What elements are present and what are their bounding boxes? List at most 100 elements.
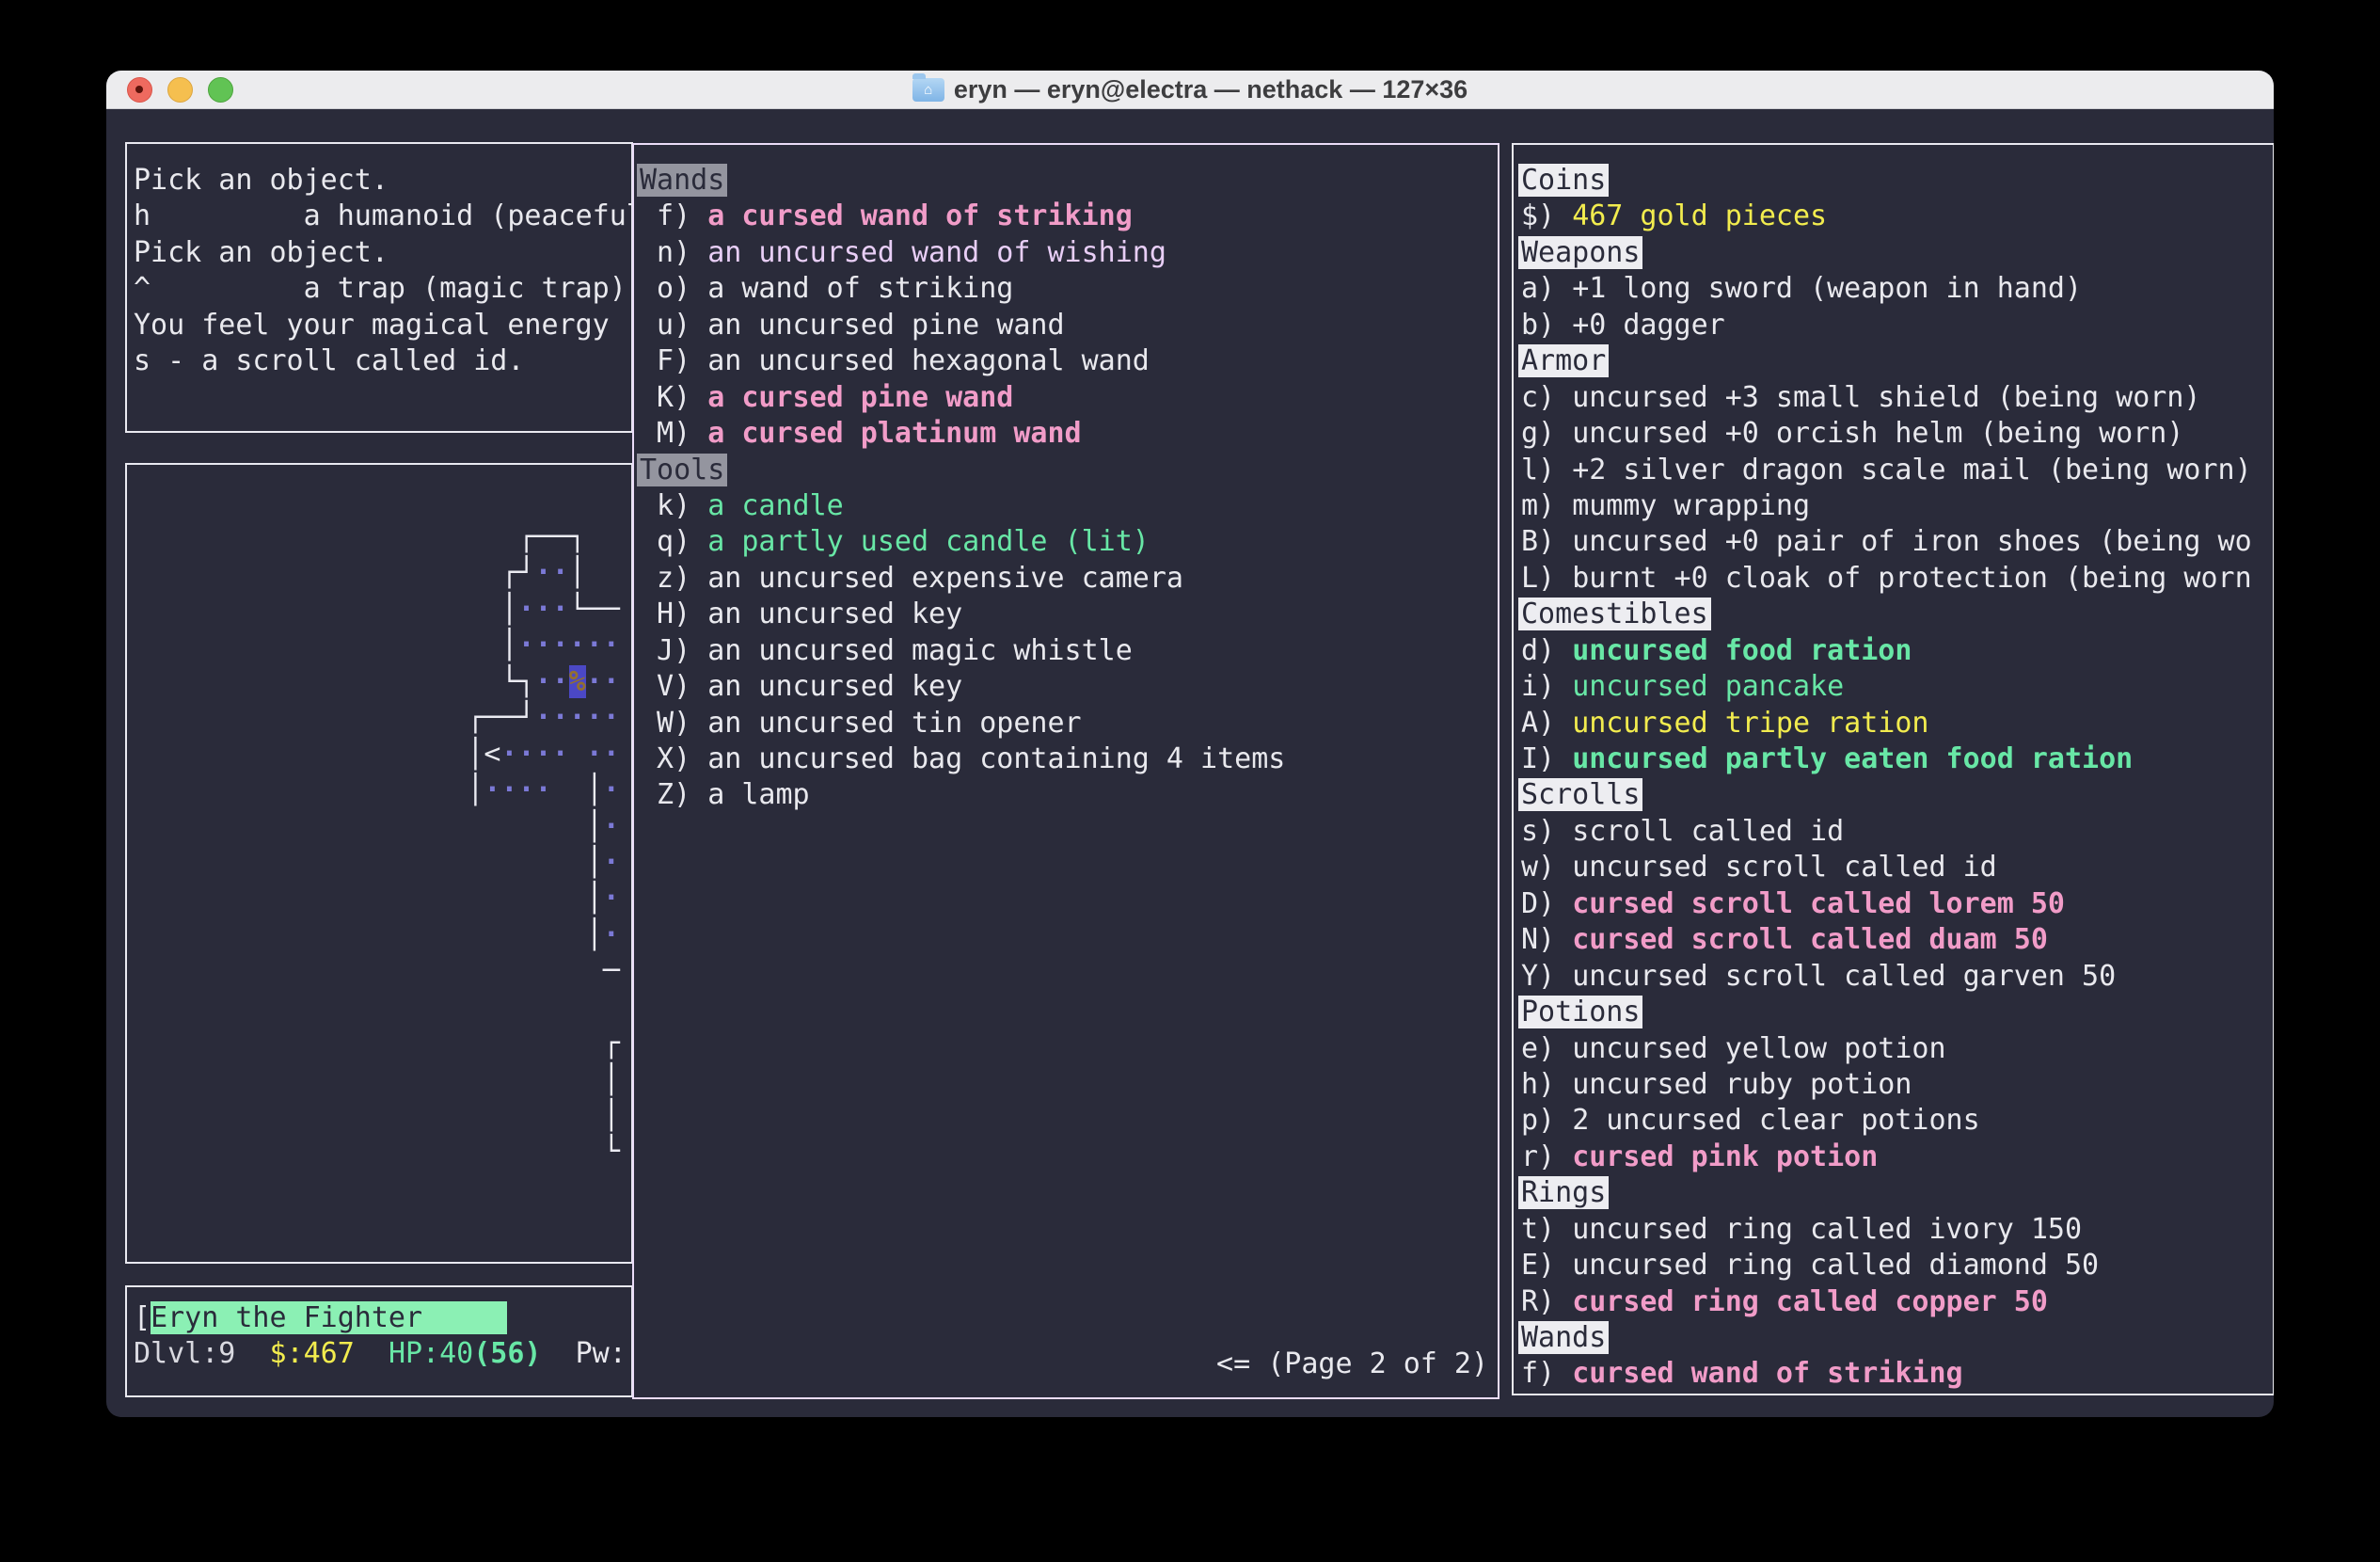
floor-dot: · xyxy=(552,701,569,734)
wall-segment: │ xyxy=(467,773,484,806)
menu-item[interactable]: X) an uncursed bag containing 4 items xyxy=(640,741,1498,777)
menu-item[interactable]: u) an uncursed pine wand xyxy=(640,308,1498,343)
wall-segment: │ xyxy=(569,556,586,589)
inventory-item[interactable]: N) cursed scroll called duam 50 xyxy=(1521,922,2273,958)
inventory-panel: Coins$) 467 gold piecesWeaponsa) +1 long… xyxy=(1512,143,2274,1395)
wall-segment: │ xyxy=(586,918,603,951)
message-line: h a humanoid (peaceful xyxy=(134,199,631,234)
floor-dot: · xyxy=(552,629,569,661)
dungeon-map: ┌──┐ ┌┘··│ │···└── │······ └┐··%·· ┌──┘·… xyxy=(127,519,620,1171)
wall-segment: ─ xyxy=(552,520,569,553)
inventory-item[interactable]: l) +2 silver dragon scale mail (being wo… xyxy=(1521,453,2273,488)
inventory-item[interactable]: t) uncursed ring called ivory 150 xyxy=(1521,1212,2273,1248)
floor-dot: · xyxy=(535,593,552,626)
inventory-item[interactable]: D) cursed scroll called lorem 50 xyxy=(1521,886,2273,922)
inventory-item[interactable]: E) uncursed ring called diamond 50 xyxy=(1521,1248,2273,1283)
floor-dot: · xyxy=(535,738,552,771)
floor-dot: · xyxy=(500,773,517,806)
wall-segment: │ xyxy=(603,1063,620,1096)
wall-segment: ┐ xyxy=(517,665,534,698)
inventory-item[interactable]: Y) uncursed scroll called garven 50 xyxy=(1521,959,2273,995)
inventory-item[interactable]: e) uncursed yellow potion xyxy=(1521,1031,2273,1067)
window-controls xyxy=(127,71,233,108)
inventory-item[interactable]: b) +0 dagger xyxy=(1521,308,2273,343)
wall-segment: │ xyxy=(467,738,484,771)
inventory-item[interactable]: R) cursed ring called copper 50 xyxy=(1521,1284,2273,1320)
menu-item[interactable]: q) a partly used candle (lit) xyxy=(640,524,1498,560)
inventory-item[interactable]: g) uncursed +0 orcish helm (being worn) xyxy=(1521,416,2273,452)
wall-segment: ─ xyxy=(586,593,603,626)
inventory-header: Weapons xyxy=(1521,235,2273,271)
menu-item[interactable]: f) a cursed wand of striking xyxy=(640,199,1498,234)
wall-segment: ─ xyxy=(500,701,517,734)
menu-item[interactable]: z) an uncursed expensive camera xyxy=(640,561,1498,597)
floor-dot: · xyxy=(586,738,603,771)
inventory-item[interactable]: I) uncursed partly eaten food ration xyxy=(1521,741,2273,777)
zoom-button[interactable] xyxy=(208,77,233,103)
floor-dot: · xyxy=(603,738,620,771)
floor-dot: · xyxy=(517,593,534,626)
status-lines: [Eryn the Fighter Dlvl:9 $:467 HP:40(56)… xyxy=(127,1287,631,1373)
inventory-rows: Coins$) 467 gold piecesWeaponsa) +1 long… xyxy=(1514,145,2273,1393)
inventory-item[interactable]: m) mummy wrapping xyxy=(1521,488,2273,524)
wall-segment: ┌ xyxy=(603,1027,620,1060)
menu-item[interactable]: M) a cursed platinum wand xyxy=(640,416,1498,452)
inventory-item[interactable]: h) uncursed ruby potion xyxy=(1521,1067,2273,1103)
menu-item[interactable]: H) an uncursed key xyxy=(640,597,1498,632)
minimize-button[interactable] xyxy=(167,77,193,103)
inventory-item[interactable]: w) uncursed scroll called id xyxy=(1521,850,2273,885)
inventory-header: Rings xyxy=(1521,1175,2273,1211)
menu-item[interactable]: V) an uncursed key xyxy=(640,669,1498,705)
wall-segment: └ xyxy=(500,665,517,698)
menu-item[interactable]: n) an uncursed wand of wishing xyxy=(640,235,1498,271)
inventory-header: Wands xyxy=(1521,1320,2273,1356)
wall-segment: └ xyxy=(569,593,586,626)
menu-item[interactable]: F) an uncursed hexagonal wand xyxy=(640,343,1498,379)
wall-segment: ─ xyxy=(603,954,620,987)
menu-item[interactable]: W) an uncursed tin opener xyxy=(640,706,1498,741)
floor-dot: · xyxy=(552,665,569,698)
floor-dot: · xyxy=(569,701,586,734)
inventory-item[interactable]: d) uncursed food ration xyxy=(1521,633,2273,669)
floor-dot: · xyxy=(484,773,500,806)
floor-dot: · xyxy=(517,629,534,661)
menu-item[interactable]: K) a cursed pine wand xyxy=(640,380,1498,416)
inventory-item[interactable]: B) uncursed +0 pair of iron shoes (being… xyxy=(1521,524,2273,560)
wall-segment: ─ xyxy=(535,520,552,553)
item-menu-panel: Wands f) a cursed wand of striking n) an… xyxy=(632,143,1499,1399)
inventory-item[interactable]: A) uncursed tripe ration xyxy=(1521,706,2273,741)
wall-segment: │ xyxy=(586,810,603,843)
floor-dot: · xyxy=(586,701,603,734)
menu-item[interactable]: J) an uncursed magic whistle xyxy=(640,633,1498,669)
inventory-item[interactable]: L) burnt +0 cloak of protection (being w… xyxy=(1521,561,2273,597)
floor-dot: · xyxy=(569,629,586,661)
window-title: eryn — eryn@electra — nethack — 127×36 xyxy=(954,75,1468,104)
inventory-item[interactable]: p) 2 uncursed clear potions xyxy=(1521,1103,2273,1139)
inventory-item[interactable]: s) scroll called id xyxy=(1521,814,2273,850)
status-stats-line: Dlvl:9 $:467 HP:40(56) Pw: xyxy=(134,1336,631,1372)
message-panel: Pick an object.h a humanoid (peacefulPic… xyxy=(125,142,633,433)
close-button[interactable] xyxy=(127,77,152,103)
folder-icon: ⌂ xyxy=(912,78,944,102)
wall-segment: ─ xyxy=(484,701,500,734)
menu-item[interactable]: Z) a lamp xyxy=(640,777,1498,813)
inventory-item[interactable]: c) uncursed +3 small shield (being worn) xyxy=(1521,380,2273,416)
inventory-item[interactable]: f) cursed wand of striking xyxy=(1521,1356,2273,1392)
floor-dot: · xyxy=(603,773,620,806)
inventory-item[interactable]: $) 467 gold pieces xyxy=(1521,199,2273,234)
message-line: s - a scroll called id. xyxy=(134,343,631,379)
message-lines: Pick an object.h a humanoid (peacefulPic… xyxy=(127,144,631,380)
inventory-header: Potions xyxy=(1521,995,2273,1030)
floor-dot: · xyxy=(535,665,552,698)
floor-dot: · xyxy=(552,593,569,626)
floor-dot: · xyxy=(603,701,620,734)
floor-dot: · xyxy=(603,665,620,698)
menu-item[interactable]: o) a wand of striking xyxy=(640,271,1498,307)
inventory-item[interactable]: a) +1 long sword (weapon in hand) xyxy=(1521,271,2273,307)
titlebar: ⌂ eryn — eryn@electra — nethack — 127×36 xyxy=(106,71,2274,109)
floor-dot: · xyxy=(603,918,620,951)
menu-item[interactable]: k) a candle xyxy=(640,488,1498,524)
inventory-item[interactable]: r) cursed pink potion xyxy=(1521,1140,2273,1175)
wall-segment: │ xyxy=(586,846,603,879)
inventory-item[interactable]: i) uncursed pancake xyxy=(1521,669,2273,705)
